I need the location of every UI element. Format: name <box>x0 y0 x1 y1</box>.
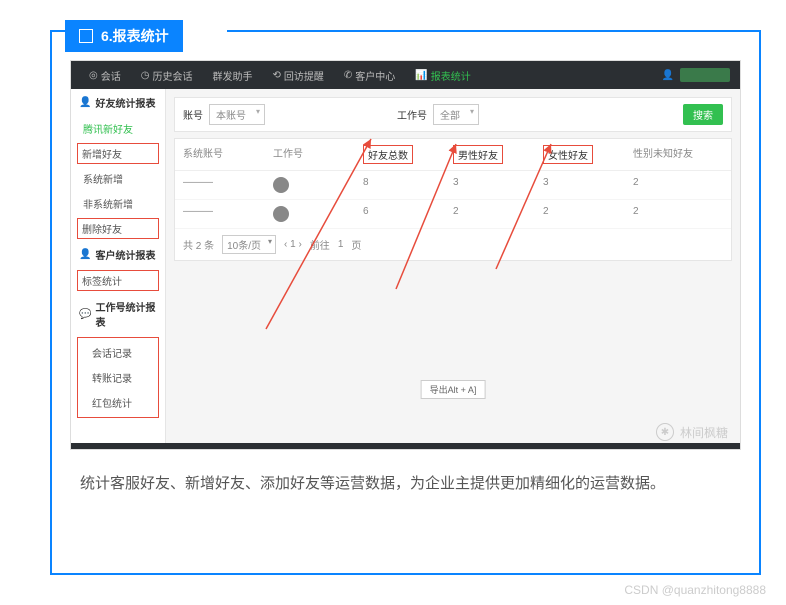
pager-total: 共 2 条 <box>183 237 214 252</box>
th-total: 好友总数 <box>363 145 453 164</box>
caption-text: 统计客服好友、新增好友、添加好友等运营数据，为企业主提供更加精细化的运营数据。 <box>80 470 731 499</box>
th-work: 工作号 <box>273 145 363 164</box>
avatar <box>273 206 289 222</box>
csdn-watermark: CSDN @quanzhitong8888 <box>624 583 766 597</box>
sidebar-item-deleted[interactable]: 删除好友 <box>77 218 159 239</box>
pager-goto-label: 前往 <box>310 237 330 252</box>
nav-customer[interactable]: ✆ 客户中心 <box>336 61 403 89</box>
nav-history[interactable]: ◷ 历史会话 <box>133 61 201 89</box>
filter-account-label: 账号 <box>183 107 203 122</box>
main-content: 账号 本账号 工作号 全部 搜索 系统账号 工作号 好友总数 男性好友 女性好友… <box>166 89 740 449</box>
filter-work-select[interactable]: 全部 <box>433 104 479 125</box>
sidebar-item-sys-new[interactable]: 系统新增 <box>71 166 165 191</box>
nav-reports[interactable]: 📊 报表统计 <box>407 61 478 89</box>
data-table: 系统账号 工作号 好友总数 男性好友 女性好友 性别未知好友 ——— 8 3 3… <box>174 138 732 261</box>
sidebar-item-nonsys-new[interactable]: 非系统新增 <box>71 191 165 216</box>
section-header: 6.报表统计 <box>65 20 183 52</box>
sidebar: 👤 好友统计报表 腾讯新好友 新增好友 系统新增 非系统新增 删除好友 👤 客户… <box>71 89 166 449</box>
table-header: 系统账号 工作号 好友总数 男性好友 女性好友 性别未知好友 <box>175 139 731 171</box>
user-icon: 👤 <box>662 70 674 81</box>
app-screenshot: ◎ 会话 ◷ 历史会话 群发助手 ⟲ 回访提醒 ✆ 客户中心 📊 报表统计 👤 … <box>70 60 741 450</box>
table-row[interactable]: ——— 6 2 2 2 <box>175 200 731 229</box>
th-male: 男性好友 <box>453 145 543 164</box>
sidebar-group-friends: 👤 好友统计报表 <box>71 89 165 116</box>
user-badge <box>680 68 730 82</box>
filter-work-label: 工作号 <box>397 107 427 122</box>
th-account: 系统账号 <box>183 145 273 164</box>
filter-account-select[interactable]: 本账号 <box>209 104 265 125</box>
sidebar-group-customer: 👤 客户统计报表 <box>71 241 165 268</box>
avatar <box>273 177 289 193</box>
sidebar-work-box: 会话记录 转账记录 红包统计 <box>77 337 159 418</box>
pagination: 共 2 条 10条/页 ‹ 1 › 前往 1 页 <box>175 229 731 260</box>
sidebar-item-chat-record[interactable]: 会话记录 <box>80 340 156 365</box>
sidebar-item-tencent-new[interactable]: 腾讯新好友 <box>71 116 165 141</box>
nav-mass[interactable]: 群发助手 <box>204 61 260 89</box>
table-row[interactable]: ——— 8 3 3 2 <box>175 171 731 200</box>
header-square-icon <box>79 29 93 43</box>
sidebar-item-new-friends[interactable]: 新增好友 <box>77 143 159 164</box>
sidebar-item-transfer-record[interactable]: 转账记录 <box>80 365 156 390</box>
wechat-icon: ✱ <box>656 423 674 441</box>
bottom-bar <box>71 443 740 449</box>
pager-page: 1 <box>338 239 344 250</box>
section-title: 6.报表统计 <box>101 26 169 46</box>
user-area[interactable]: 👤 <box>662 68 730 82</box>
sidebar-group-work: 💬 工作号统计报表 <box>71 293 165 335</box>
pager-pagesize[interactable]: 10条/页 <box>222 235 276 254</box>
sidebar-item-tag-stats[interactable]: 标签统计 <box>77 270 159 291</box>
th-female: 女性好友 <box>543 145 633 164</box>
pager-nav[interactable]: ‹ 1 › <box>284 239 302 250</box>
search-button[interactable]: 搜索 <box>683 104 723 125</box>
nav-chat[interactable]: ◎ 会话 <box>81 61 129 89</box>
pager-unit: 页 <box>351 237 361 252</box>
th-unknown: 性别未知好友 <box>633 145 723 164</box>
filter-bar: 账号 本账号 工作号 全部 搜索 <box>174 97 732 132</box>
nav-followup[interactable]: ⟲ 回访提醒 <box>264 61 331 89</box>
watermark: ✱ 林间枫糖 <box>656 423 728 441</box>
top-navbar: ◎ 会话 ◷ 历史会话 群发助手 ⟲ 回访提醒 ✆ 客户中心 📊 报表统计 👤 <box>71 61 740 89</box>
export-button[interactable]: 导出Alt + A] <box>421 380 486 399</box>
sidebar-item-redpacket[interactable]: 红包统计 <box>80 390 156 415</box>
